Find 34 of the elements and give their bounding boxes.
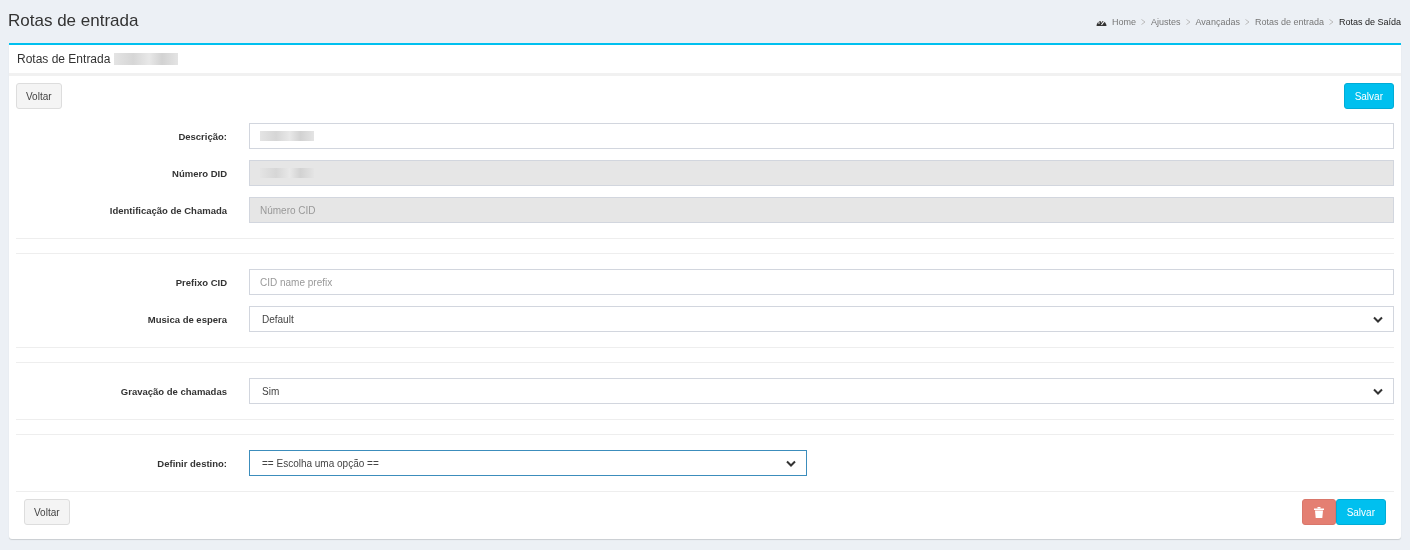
field-label: Gravação de chamadas xyxy=(119,385,227,397)
page-title: Rotas de entrada xyxy=(8,11,139,32)
trash-icon xyxy=(1313,506,1324,518)
field-label: Número DID xyxy=(171,167,227,179)
breadcrumb-link[interactable]: Avançadas xyxy=(1195,17,1240,27)
breadcrumb-link[interactable]: Ajustes xyxy=(1151,17,1181,27)
chevron-icon xyxy=(1244,19,1250,25)
delete-button[interactable] xyxy=(1301,499,1336,525)
save-button[interactable]: Salvar xyxy=(1335,499,1386,525)
input-field[interactable] xyxy=(249,123,1394,149)
field-label: Descrição: xyxy=(177,130,227,142)
chevron-icon xyxy=(1328,19,1334,25)
input-field[interactable]: CID name prefix xyxy=(249,269,1394,295)
field-label: Prefixo CID xyxy=(174,276,227,288)
select-field[interactable]: Default xyxy=(249,306,1394,332)
chevron-down-icon xyxy=(1373,387,1383,395)
redacted-text xyxy=(260,131,314,141)
breadcrumb-link[interactable]: Rotas de Saída xyxy=(1338,17,1401,27)
field-label: Identificação de Chamada xyxy=(108,204,227,216)
chevron-icon xyxy=(1141,19,1146,25)
back-button[interactable]: Voltar xyxy=(16,83,62,109)
field-label: Definir destino: xyxy=(156,457,227,469)
card-title: Rotas de Entrada xyxy=(17,52,111,66)
breadcrumb-link[interactable]: Home xyxy=(1112,17,1136,27)
select-field[interactable]: Sim xyxy=(249,378,1394,404)
field-label: Musica de espera xyxy=(146,313,227,325)
back-button[interactable]: Voltar xyxy=(24,499,70,525)
select-field[interactable]: == Escolha uma opção == xyxy=(249,450,807,476)
breadcrumb-link[interactable]: Rotas de entrada xyxy=(1254,17,1324,27)
chevron-down-icon xyxy=(786,459,796,467)
chevron-icon xyxy=(1185,19,1191,25)
redacted-text xyxy=(114,53,179,65)
save-button[interactable]: Salvar xyxy=(1343,83,1394,109)
chevron-down-icon xyxy=(1373,315,1383,323)
